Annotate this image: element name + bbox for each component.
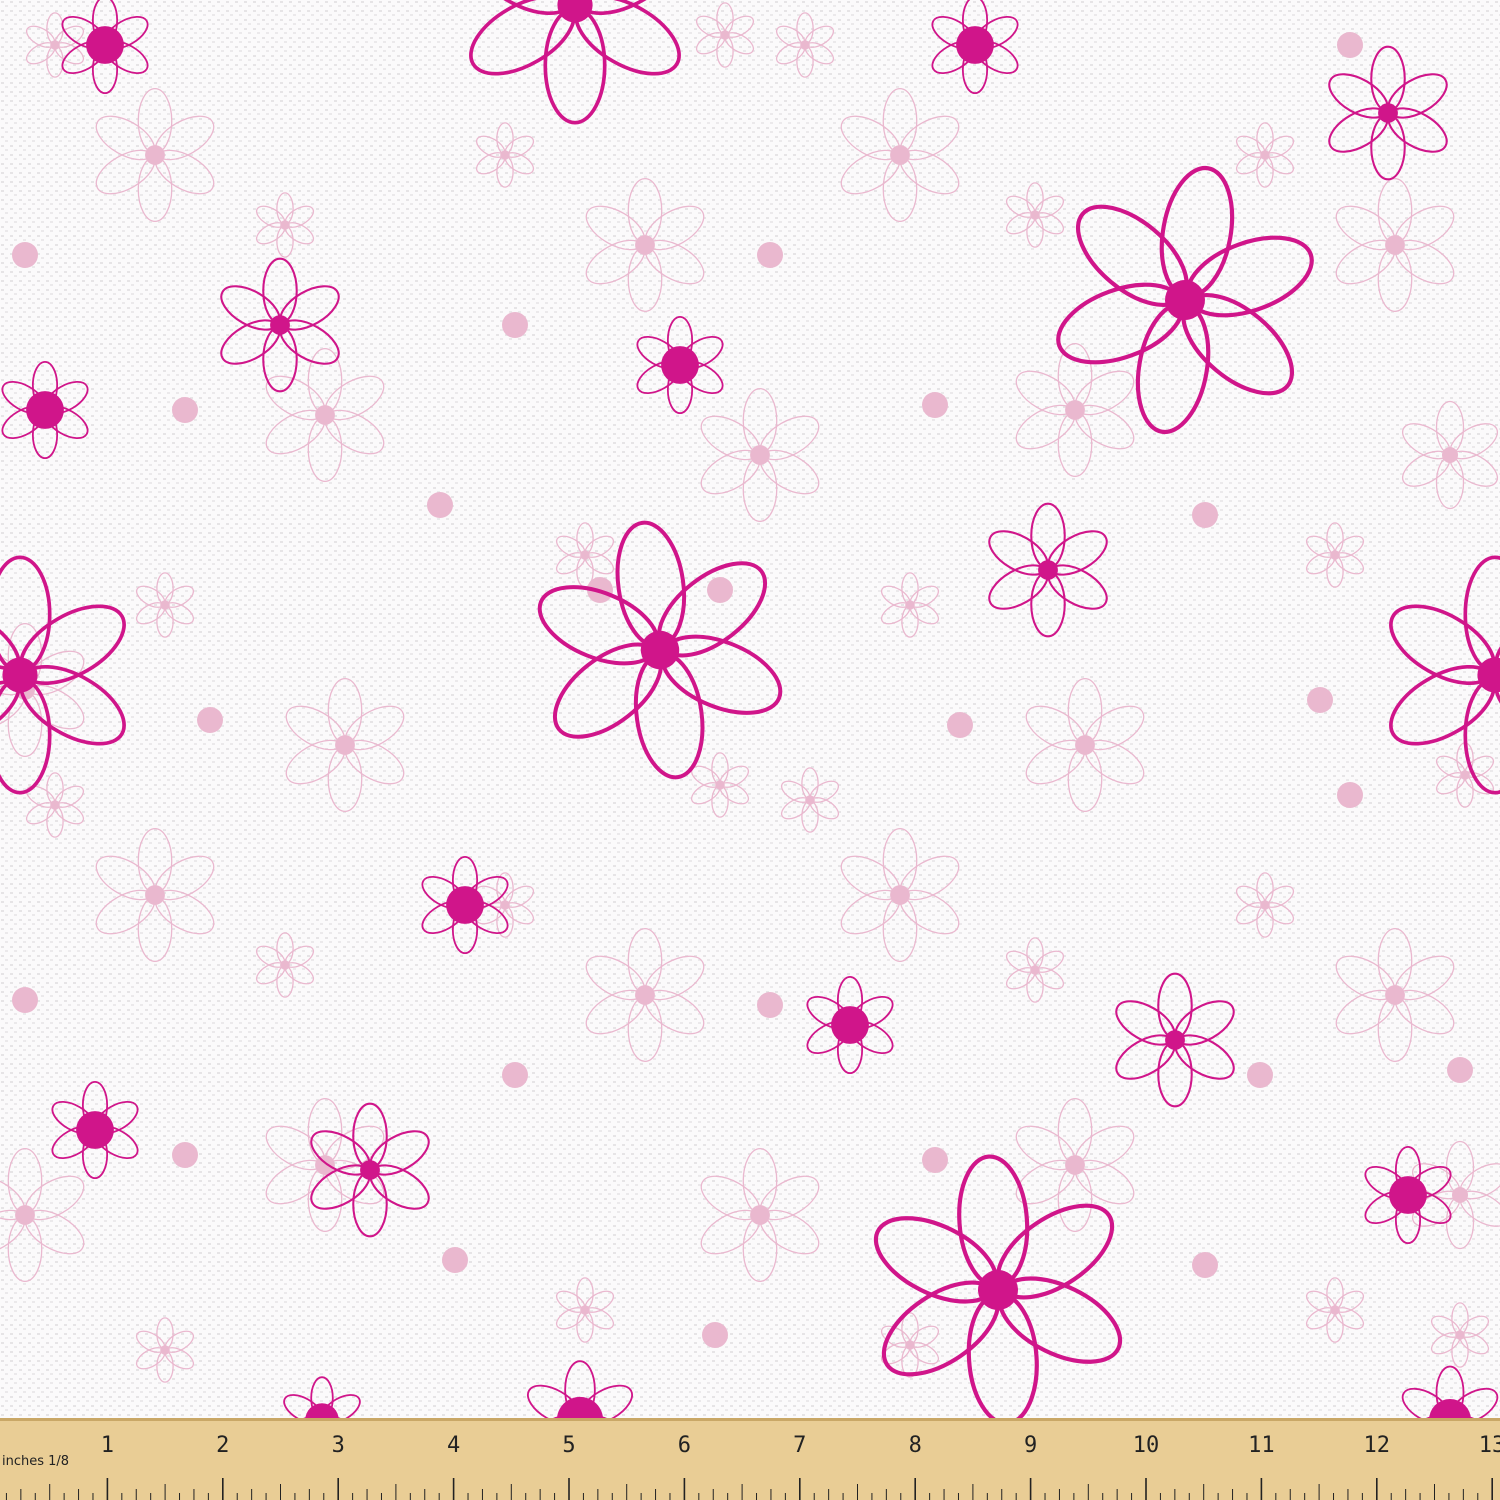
flower-bud (197, 707, 223, 733)
flower-bud (12, 242, 38, 268)
ruler-number: 1 (101, 1433, 114, 1458)
flower-bud (757, 992, 783, 1018)
ruler-number: 2 (216, 1433, 229, 1458)
ruler-number: 5 (562, 1433, 575, 1458)
ruler-number: 8 (909, 1433, 922, 1458)
flower-bud (947, 712, 973, 738)
flower-bud (427, 492, 453, 518)
ruler-number: 10 (1133, 1433, 1160, 1458)
flower-bud (922, 392, 948, 418)
flower-bud (1307, 687, 1333, 713)
flower-bud (502, 312, 528, 338)
ruler-number: 7 (793, 1433, 806, 1458)
measuring-ruler: 1 2 3 4 5 6 7 8 9 10 11 12 13 inches 1/8 (0, 1418, 1500, 1500)
flower-bud (1192, 1252, 1218, 1278)
flower-bud (12, 987, 38, 1013)
ruler-number: 12 (1364, 1433, 1391, 1458)
flower-bud (1247, 1062, 1273, 1088)
flower-bud (702, 1322, 728, 1348)
flower-bud (922, 1147, 948, 1173)
flower-bud (757, 242, 783, 268)
ruler-number: 9 (1024, 1433, 1037, 1458)
ruler-unit-label: inches 1/8 (2, 1454, 69, 1469)
ruler-number: 3 (332, 1433, 345, 1458)
flower-bud (707, 577, 733, 603)
ruler-number: 13 (1479, 1433, 1500, 1458)
ruler-number: 6 (678, 1433, 691, 1458)
flower-bud (172, 397, 198, 423)
ruler-body (0, 1418, 1500, 1500)
ruler-number: 4 (447, 1433, 460, 1458)
ruler-top-edge (0, 1418, 1500, 1421)
flower-bud (1337, 782, 1363, 808)
flower-bud (1192, 502, 1218, 528)
flower-bud (502, 1062, 528, 1088)
ruler-number: 11 (1248, 1433, 1275, 1458)
flower-bud (1337, 32, 1363, 58)
flower-bud (172, 1142, 198, 1168)
flower-bud (442, 1247, 468, 1273)
fabric-photo: 1 2 3 4 5 6 7 8 9 10 11 12 13 inches 1/8 (0, 0, 1500, 1500)
flower-bud (1447, 1057, 1473, 1083)
fabric-pattern (0, 0, 1500, 1500)
